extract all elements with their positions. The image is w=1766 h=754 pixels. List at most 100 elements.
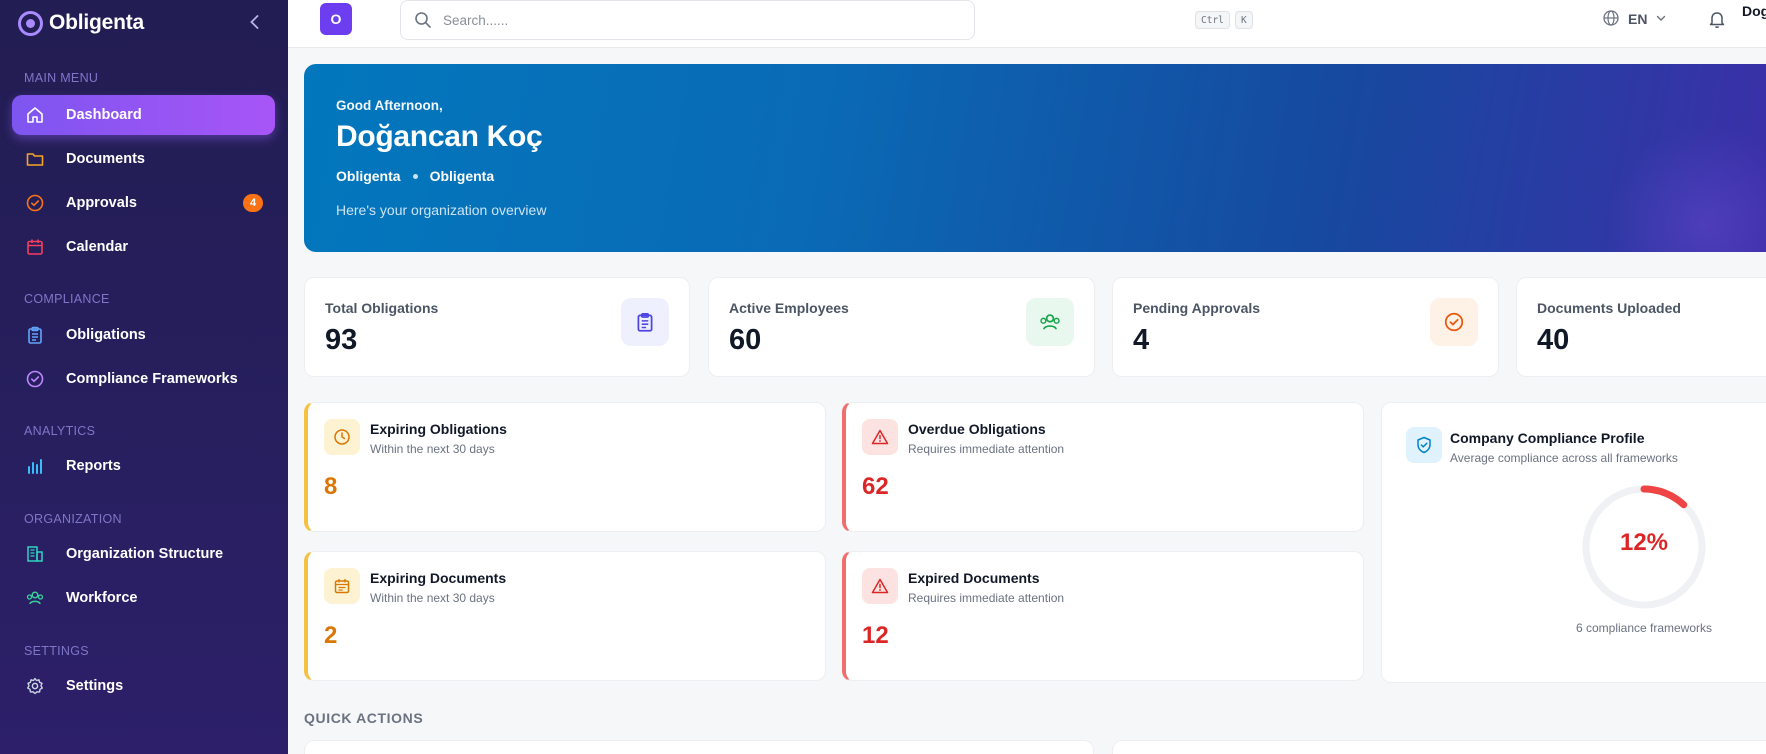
search-input[interactable]: [443, 12, 843, 28]
bar-chart-icon: [24, 455, 46, 477]
stat-value: 60: [729, 324, 762, 356]
alert-title: Expired Documents: [908, 570, 1040, 586]
alert-value: 2: [324, 622, 338, 649]
compliance-title: Company Compliance Profile: [1450, 430, 1645, 446]
stat-card-total-obligations[interactable]: Total Obligations 93: [304, 277, 690, 377]
quick-action-card[interactable]: [1112, 740, 1766, 754]
globe-icon: [1602, 9, 1620, 30]
stat-label: Pending Approvals: [1133, 300, 1261, 316]
shortcut-ctrl-key: Ctrl: [1195, 11, 1230, 29]
stat-card-active-employees[interactable]: Active Employees 60: [708, 277, 1095, 377]
sidebar-item-label: Reports: [66, 458, 121, 474]
clipboard-icon: [621, 298, 669, 346]
stat-label: Documents Uploaded: [1537, 300, 1681, 316]
alert-subtitle: Requires immediate attention: [908, 442, 1065, 456]
sidebar-item-label: Documents: [66, 151, 145, 167]
alert-card-expiring-documents[interactable]: Expiring Documents Within the next 30 da…: [304, 551, 826, 681]
stat-label: Total Obligations: [325, 300, 439, 316]
clipboard-icon: [24, 324, 46, 346]
sidebar-item-obligations[interactable]: Obligations: [12, 315, 275, 355]
alert-value: 62: [862, 473, 889, 500]
sidebar-item-label: Obligations: [66, 327, 146, 343]
warning-icon: [862, 419, 898, 455]
welcome-banner: Good Afternoon, Doğancan Koç Obligenta O…: [304, 64, 1766, 252]
section-analytics: ANALYTICS: [24, 424, 96, 438]
shield-check-icon: [1406, 427, 1442, 463]
alert-title: Expiring Obligations: [370, 421, 507, 437]
calendar-icon: [324, 568, 360, 604]
section-main-menu: MAIN MENU: [24, 71, 99, 85]
stat-label: Active Employees: [729, 300, 849, 316]
stat-card-pending-approvals[interactable]: Pending Approvals 4: [1112, 277, 1499, 377]
sidebar-item-reports[interactable]: Reports: [12, 446, 275, 486]
gear-icon: [24, 675, 46, 697]
org-avatar[interactable]: O: [320, 3, 352, 35]
bell-icon[interactable]: [1706, 8, 1728, 30]
sidebar-item-label: Dashboard: [66, 107, 142, 123]
org-primary: Obligenta: [336, 168, 401, 184]
alert-value: 8: [324, 473, 338, 500]
sidebar-item-label: Approvals: [66, 195, 137, 211]
warning-icon: [862, 568, 898, 604]
approvals-badge: 4: [243, 194, 263, 212]
user-full-name: Doğancan Koç: [336, 120, 543, 153]
building-icon: [24, 543, 46, 565]
section-organization: ORGANIZATION: [24, 512, 122, 526]
sidebar-item-approvals[interactable]: Approvals 4: [12, 183, 275, 223]
alert-subtitle: Within the next 30 days: [370, 591, 495, 605]
sidebar-item-compliance-frameworks[interactable]: Compliance Frameworks: [12, 359, 275, 399]
alert-value: 12: [862, 622, 889, 649]
organization-meta: Obligenta Obligenta: [336, 168, 494, 184]
alert-card-expiring-obligations[interactable]: Expiring Obligations Within the next 30 …: [304, 402, 826, 532]
home-icon: [24, 104, 46, 126]
alert-title: Overdue Obligations: [908, 421, 1046, 437]
quick-action-card[interactable]: [304, 740, 1094, 754]
stat-card-documents-uploaded[interactable]: Documents Uploaded 40: [1516, 277, 1766, 377]
users-icon: [1026, 298, 1074, 346]
language-selector[interactable]: EN: [1602, 8, 1667, 30]
quick-actions-heading: QUICK ACTIONS: [304, 710, 424, 726]
check-circle-icon: [24, 368, 46, 390]
compliance-subtitle: Average compliance across all frameworks: [1450, 451, 1678, 465]
search-icon: [413, 10, 433, 30]
sidebar: Obligenta MAIN MENU Dashboard Documents …: [0, 0, 288, 754]
sidebar-item-label: Workforce: [66, 590, 138, 606]
users-icon: [24, 587, 46, 609]
sidebar-item-organization-structure[interactable]: Organization Structure: [12, 534, 275, 574]
topbar: O Ctrl K EN Dog: [288, 0, 1766, 48]
collapse-sidebar-icon[interactable]: [244, 12, 266, 34]
brand[interactable]: Obligenta: [18, 10, 144, 36]
clock-icon: [324, 419, 360, 455]
alert-subtitle: Requires immediate attention: [908, 591, 1065, 605]
logo-icon: [18, 10, 43, 36]
sidebar-item-label: Organization Structure: [66, 546, 224, 562]
calendar-icon: [24, 236, 46, 258]
greeting: Good Afternoon,: [336, 98, 443, 113]
sidebar-item-workforce[interactable]: Workforce: [12, 578, 275, 618]
sidebar-item-label: Settings: [66, 678, 124, 694]
alert-card-overdue-obligations[interactable]: Overdue Obligations Requires immediate a…: [842, 402, 1364, 532]
check-circle-icon: [1430, 298, 1478, 346]
org-secondary: Obligenta: [429, 168, 495, 184]
sidebar-item-settings[interactable]: Settings: [12, 666, 275, 706]
sidebar-item-documents[interactable]: Documents: [12, 139, 275, 179]
compliance-profile-card[interactable]: Company Compliance Profile Average compl…: [1381, 402, 1766, 683]
stat-value: 93: [325, 324, 358, 356]
search-bar[interactable]: Ctrl K: [400, 0, 1253, 40]
shortcut-k-key: K: [1235, 11, 1253, 29]
brand-name: Obligenta: [49, 11, 145, 34]
alert-title: Expiring Documents: [370, 570, 507, 586]
sidebar-item-dashboard[interactable]: Dashboard: [12, 95, 275, 135]
alert-subtitle: Within the next 30 days: [370, 442, 495, 456]
alert-card-expired-documents[interactable]: Expired Documents Requires immediate att…: [842, 551, 1364, 681]
compliance-percent: 12%: [1619, 529, 1669, 556]
banner-subtitle: Here's your organization overview: [336, 202, 547, 218]
user-name[interactable]: Dog: [1742, 3, 1766, 19]
language-code: EN: [1628, 11, 1648, 27]
compliance-footer: 6 compliance frameworks: [1575, 621, 1713, 635]
sidebar-item-label: Compliance Frameworks: [66, 371, 238, 387]
section-compliance: COMPLIANCE: [24, 292, 110, 306]
sidebar-item-calendar[interactable]: Calendar: [12, 227, 275, 267]
sidebar-item-label: Calendar: [66, 239, 129, 255]
chevron-down-icon: [1655, 11, 1667, 27]
